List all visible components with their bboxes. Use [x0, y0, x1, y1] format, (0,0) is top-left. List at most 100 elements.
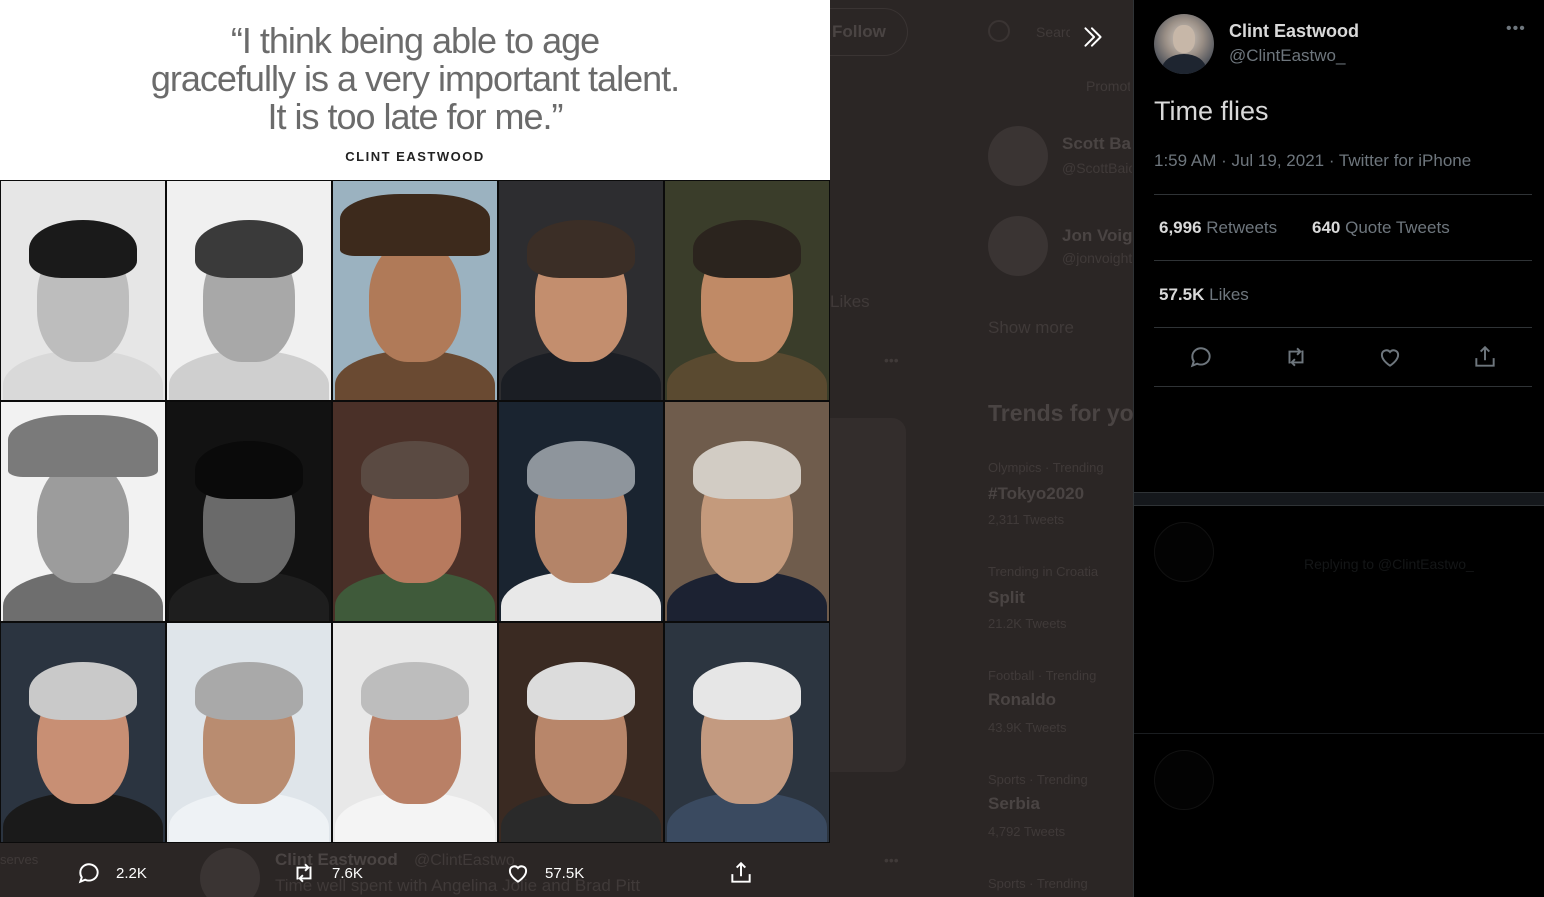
retweets-label: Retweets	[1206, 218, 1278, 237]
heart-icon	[1380, 349, 1400, 367]
quote-attribution: CLINT EASTWOOD	[345, 149, 485, 164]
portrait-hair	[29, 662, 137, 721]
media-viewer: Follow Search Twitter Promoted Scott Bai…	[0, 0, 1133, 897]
portrait	[498, 622, 664, 843]
portrait-hair	[527, 220, 635, 279]
portrait-face	[37, 461, 129, 584]
tweet-text: Time flies	[1154, 96, 1269, 126]
chevron-double-right-icon	[1084, 27, 1102, 47]
portrait-grid	[0, 180, 830, 843]
show-more-link: Show more	[988, 318, 1074, 337]
retweet-button[interactable]: 7.6K	[290, 860, 363, 886]
trends-title: Trends for you	[988, 400, 1133, 426]
reply-button[interactable]	[1186, 342, 1216, 372]
portrait	[0, 622, 166, 843]
author-handle[interactable]: @ClintEastwo_	[1229, 46, 1345, 66]
reply-composer[interactable]	[1134, 388, 1544, 492]
portrait	[332, 180, 498, 401]
who-to-follow-name: Scott Baio	[1062, 134, 1132, 153]
quote-tweets-count: 640	[1312, 218, 1341, 237]
divider	[1154, 386, 1532, 387]
tweet-timestamp[interactable]: 1:59 AM · Jul 19, 2021 · Twitter for iPh…	[1154, 151, 1471, 171]
heart-icon	[508, 865, 528, 883]
trend-context: Olympics · Trending	[988, 460, 1104, 475]
search-placeholder-bg: Search Twitter	[1036, 24, 1070, 40]
portrait	[664, 622, 830, 843]
replying-to-label: Replying to @ClintEastwo_	[1304, 556, 1474, 572]
portrait	[664, 180, 830, 401]
reply-icon	[78, 863, 99, 884]
trend-context: Sports · Trending	[988, 876, 1088, 891]
likes-label: Likes	[1209, 285, 1249, 304]
reply-avatar[interactable]	[1154, 750, 1214, 810]
reply-count: 2.2K	[116, 864, 147, 882]
reply-icon	[1190, 347, 1211, 368]
feed-more-dots-bg: •••	[884, 852, 899, 868]
collapse-detail-button[interactable]	[1074, 18, 1112, 56]
portrait	[166, 622, 332, 843]
retweet-button[interactable]	[1281, 342, 1311, 372]
likes-count: 57.5K	[1159, 285, 1205, 304]
portrait-hair	[195, 220, 303, 279]
portrait	[332, 622, 498, 843]
trend-count: 21.2K Tweets	[988, 616, 1067, 631]
share-icon	[731, 861, 751, 883]
trend-count: 43.9K Tweets	[988, 720, 1067, 735]
portrait	[498, 401, 664, 622]
portrait	[332, 401, 498, 622]
avatar-face	[1173, 25, 1195, 53]
tweet-photo[interactable]: “I think being able to age gracefully is…	[0, 0, 830, 843]
reply-button[interactable]: 2.2K	[76, 860, 147, 886]
quote-panel: “I think being able to age gracefully is…	[0, 0, 830, 180]
who-to-follow-avatar	[988, 126, 1048, 186]
quote-tweets-stat[interactable]: 640 Quote Tweets	[1312, 218, 1450, 238]
retweet-count: 7.6K	[332, 864, 363, 882]
more-options-icon[interactable]: •••	[1506, 20, 1526, 38]
divider	[1154, 327, 1532, 328]
avatar[interactable]	[1154, 14, 1214, 74]
trend-name: Serbia	[988, 794, 1040, 813]
portrait	[166, 180, 332, 401]
portrait-hat	[340, 194, 490, 257]
portrait-hair	[195, 662, 303, 721]
more-dots-bg: •••	[884, 352, 899, 368]
portrait-hair	[693, 662, 801, 721]
likes-stats: 57.5K Likes	[1159, 285, 1537, 309]
who-to-follow-name: Jon Voight	[1062, 226, 1132, 245]
portrait	[664, 401, 830, 622]
portrait-hair	[361, 662, 469, 721]
quote-line: “I think being able to age	[230, 20, 600, 61]
share-button[interactable]	[728, 860, 754, 886]
portrait	[166, 401, 332, 622]
trend-context: Trending in Croatia	[988, 564, 1099, 579]
retweets-stat[interactable]: 6,996 Retweets	[1159, 218, 1277, 238]
trend-name: Split	[988, 588, 1025, 607]
engagement-stats: 6,996 Retweets 640 Quote Tweets	[1159, 218, 1537, 242]
quote-text: “I think being able to age gracefully is…	[0, 22, 830, 136]
portrait-hair	[195, 441, 303, 500]
portrait-hair	[361, 441, 469, 500]
like-button[interactable]	[1375, 342, 1405, 372]
trend-name: Ronaldo	[988, 690, 1056, 709]
portrait	[0, 180, 166, 401]
retweet-icon	[296, 863, 312, 883]
like-button[interactable]: 57.5K	[505, 860, 584, 886]
likes-partial-label: Likes	[830, 292, 870, 311]
like-count: 57.5K	[545, 864, 585, 882]
reply-avatar[interactable]	[1154, 522, 1214, 582]
avatar-suit	[1162, 54, 1206, 74]
portrait-hair	[527, 441, 635, 500]
media-action-bar: 2.2K 7.6K 57.5K	[0, 850, 830, 897]
section-separator	[1134, 492, 1544, 506]
search-icon-bg	[988, 20, 1010, 42]
share-button[interactable]	[1470, 342, 1500, 372]
author-display-name[interactable]: Clint Eastwood	[1229, 21, 1359, 42]
tweet-detail-panel: Clint Eastwood @ClintEastwo_ ••• Time fl…	[1133, 0, 1544, 897]
trend-count: 2,311 Tweets	[988, 512, 1065, 527]
who-to-follow-handle: @jonvoight	[1062, 250, 1132, 266]
reply-divider	[1134, 733, 1544, 734]
divider	[1154, 194, 1532, 195]
trend-name: #Tokyo2020	[988, 484, 1085, 503]
portrait-hat	[8, 415, 158, 478]
likes-stat[interactable]: 57.5K Likes	[1159, 285, 1249, 305]
